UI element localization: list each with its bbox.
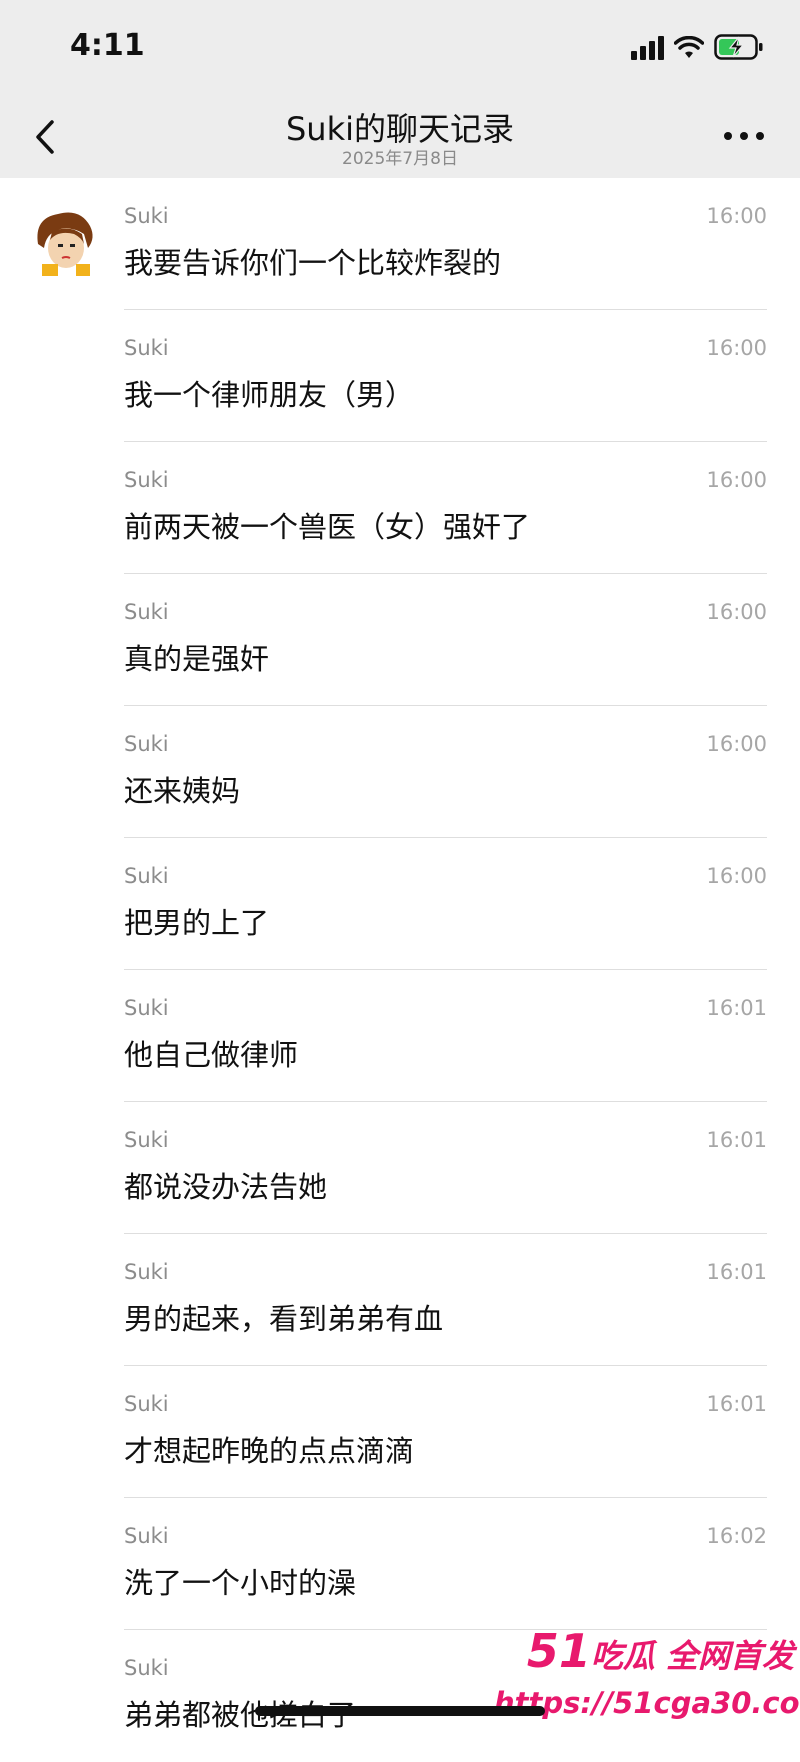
message-sender: Suki (124, 1524, 169, 1548)
message-text: 把男的上了 (124, 906, 270, 940)
home-indicator (255, 1706, 545, 1716)
message-text: 还来姨妈 (124, 774, 241, 808)
message-sender: Suki (124, 996, 169, 1020)
nav-bar: Suki的聊天记录 2025年7月8日 (0, 96, 800, 178)
list-item[interactable]: Suki 16:00 我要告诉你们一个比较炸裂的 (0, 178, 800, 310)
status-bar: 4:11 (0, 0, 800, 96)
message-time: 16:00 (706, 600, 767, 624)
message-sender: Suki (124, 1656, 169, 1680)
signal-icon (631, 36, 664, 60)
wifi-icon (674, 36, 704, 58)
message-sender: Suki (124, 864, 169, 888)
page-subtitle-date: 2025年7月8日 (342, 149, 458, 169)
message-time: 16:01 (706, 996, 767, 1020)
message-time: 16:01 (706, 1260, 767, 1284)
message-text: 他自己做律师 (124, 1038, 299, 1072)
message-text: 才想起昨晚的点点滴滴 (124, 1434, 415, 1468)
message-text: 我一个律师朋友（男） (124, 378, 415, 412)
message-text: 前两天被一个兽医（女）强奸了 (124, 510, 531, 544)
list-item[interactable]: Suki 16:00 真的是强奸 (0, 574, 800, 706)
list-item[interactable]: Suki 16:00 前两天被一个兽医（女）强奸了 (0, 442, 800, 574)
watermark-url: https://51cga30.com (494, 1686, 800, 1720)
avatar[interactable] (28, 204, 100, 276)
message-sender: Suki (124, 1392, 169, 1416)
list-item[interactable]: Suki 16:00 我一个律师朋友（男） (0, 310, 800, 442)
message-time: 16:02 (706, 1524, 767, 1548)
message-text: 男的起来，看到弟弟有血 (124, 1302, 444, 1336)
list-item[interactable]: Suki 16:02 洗了一个小时的澡 (0, 1498, 800, 1630)
list-item[interactable]: Suki 16:00 还来姨妈 (0, 706, 800, 838)
chat-record-list: Suki 16:00 我要告诉你们一个比较炸裂的 Suki 16:00 我一个律师朋友（男… (0, 178, 800, 1762)
watermark: 51吃瓜 全网首发 https://51cga30.com (494, 1628, 800, 1733)
list-item[interactable]: Suki 16:01 男的起来，看到弟弟有血 (0, 1234, 800, 1366)
message-time: 16:00 (706, 732, 767, 756)
message-time: 16:00 (706, 864, 767, 888)
message-sender: Suki (124, 1128, 169, 1152)
message-sender: Suki (124, 600, 169, 624)
message-time: 16:00 (706, 468, 767, 492)
message-sender: Suki (124, 204, 169, 228)
message-text: 真的是强奸 (124, 642, 270, 676)
message-sender: Suki (124, 732, 169, 756)
list-item[interactable]: Suki 16:01 他自己做律师 (0, 970, 800, 1102)
message-time: 16:00 (706, 336, 767, 360)
message-time: 16:00 (706, 204, 767, 228)
message-sender: Suki (124, 468, 169, 492)
message-text: 都说没办法告她 (124, 1170, 328, 1204)
list-item[interactable]: Suki 16:00 把男的上了 (0, 838, 800, 970)
watermark-number: 51 (526, 1624, 591, 1678)
message-time: 16:01 (706, 1128, 767, 1152)
message-time: 16:01 (706, 1392, 767, 1416)
battery-charging-icon (714, 34, 763, 60)
message-sender: Suki (124, 1260, 169, 1284)
more-dots-icon[interactable] (722, 124, 766, 148)
status-icons (631, 34, 764, 60)
list-item[interactable]: Suki 16:01 都说没办法告她 (0, 1102, 800, 1234)
message-sender: Suki (124, 336, 169, 360)
list-item[interactable]: Suki 16:01 才想起昨晚的点点滴滴 (0, 1366, 800, 1498)
message-text: 洗了一个小时的澡 (124, 1566, 357, 1600)
status-time: 4:11 (70, 28, 145, 63)
message-text: 我要告诉你们一个比较炸裂的 (124, 246, 502, 280)
watermark-brand: 51吃瓜 全网首发 (494, 1628, 794, 1679)
watermark-slogan: 吃瓜 全网首发 (590, 1637, 794, 1675)
